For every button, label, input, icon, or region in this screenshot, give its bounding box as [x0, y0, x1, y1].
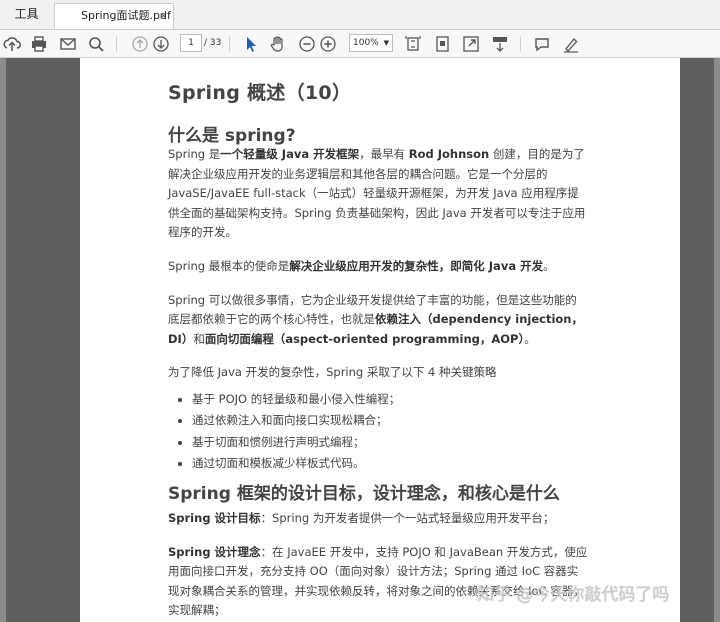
- tab-bar: 工具 Spring面试题.pdf ×: [0, 0, 720, 30]
- select-cursor-icon[interactable]: [241, 34, 261, 54]
- page-total: / 33: [204, 38, 222, 48]
- heading-design-goals: Spring 框架的设计目标，设计理念，和核心是什么: [168, 483, 560, 504]
- paragraph-core-features: Spring 可以做很多事情，它为企业级开发提供给了丰富的功能，但是这些功能的底…: [168, 292, 583, 346]
- read-mode-icon[interactable]: [490, 34, 510, 54]
- chevron-down-icon: ▼: [383, 39, 389, 47]
- heading-what-is-spring: 什么是 spring?: [168, 126, 296, 146]
- list-item: 基于切面和惯例进行声明式编程；: [192, 432, 588, 454]
- print-icon[interactable]: [29, 34, 49, 54]
- email-icon[interactable]: [58, 34, 78, 54]
- paragraph-design-goal: Spring 设计目标：Spring 为开发者提供一个一站式轻量级应用开发平台；: [168, 510, 555, 525]
- strategy-list: 基于 POJO 的轻量级和最小侵入性编程； 通过依赖注入和面向接口实现松耦合； …: [168, 389, 588, 475]
- tab-document-label: Spring面试题.pdf: [81, 9, 171, 22]
- hand-tool-icon[interactable]: [268, 34, 288, 54]
- left-navigation-pane[interactable]: [0, 58, 6, 622]
- page-number-input[interactable]: 1: [180, 34, 202, 52]
- list-item: 基于 POJO 的轻量级和最小侵入性编程；: [192, 389, 588, 411]
- zoom-value: 100%: [353, 38, 379, 48]
- page-content: Spring 概述（10） 什么是 spring? Spring 是一个轻量级 …: [168, 78, 588, 621]
- fit-width-icon[interactable]: [433, 34, 453, 54]
- zoom-out-icon[interactable]: [297, 34, 317, 54]
- paragraph-intro: Spring 是一个轻量级 Java 开发框架，最早有 Rod Johnson …: [168, 147, 586, 240]
- page-title: Spring 概述（10）: [168, 82, 352, 104]
- close-tab-icon[interactable]: ×: [159, 4, 168, 28]
- list-item: 通过切面和模板减少样板式代码。: [192, 453, 588, 475]
- upload-cloud-icon[interactable]: [2, 34, 22, 54]
- pdf-page: Spring 概述（10） 什么是 spring? Spring 是一个轻量级 …: [80, 58, 680, 622]
- highlight-pen-icon[interactable]: [561, 34, 581, 54]
- document-viewer[interactable]: Spring 概述（10） 什么是 spring? Spring 是一个轻量级 …: [0, 58, 720, 622]
- tab-tools[interactable]: 工具: [0, 0, 53, 29]
- previous-page-icon[interactable]: [130, 34, 150, 54]
- toolbar: 1 / 33 100% ▼: [0, 30, 720, 58]
- right-pane[interactable]: [714, 58, 720, 622]
- watermark-text: 知乎 @今天你敲代码了吗: [477, 585, 670, 605]
- next-page-icon[interactable]: [151, 34, 171, 54]
- comment-icon[interactable]: [532, 34, 552, 54]
- paragraph-mission: Spring 最根本的使命是解决企业级应用开发的复杂性，即简化 Java 开发。: [168, 258, 555, 273]
- zoom-in-icon[interactable]: [318, 34, 338, 54]
- zoom-select[interactable]: 100% ▼: [349, 34, 393, 52]
- fit-page-icon[interactable]: [403, 34, 423, 54]
- list-item: 通过依赖注入和面向接口实现松耦合；: [192, 410, 588, 432]
- search-icon[interactable]: [86, 34, 106, 54]
- paragraph-strategies: 为了降低 Java 开发的复杂性，Spring 采取了以下 4 种关键策略: [168, 365, 497, 380]
- tab-document[interactable]: Spring面试题.pdf ×: [54, 3, 174, 29]
- full-screen-icon[interactable]: [461, 34, 481, 54]
